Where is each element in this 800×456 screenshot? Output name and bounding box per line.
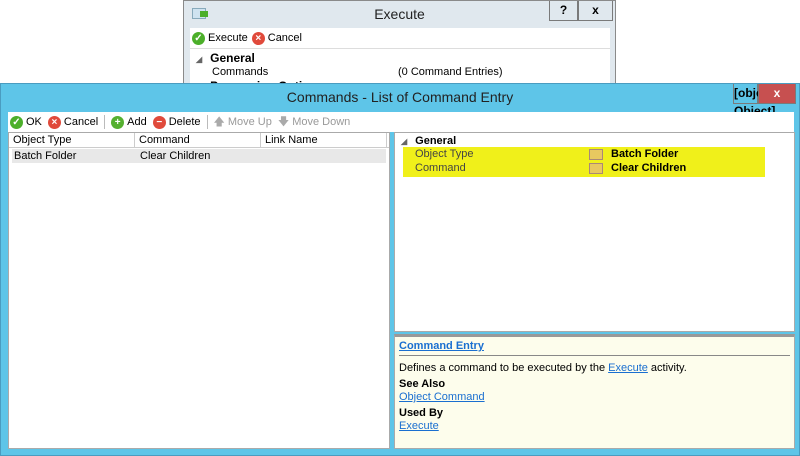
help-title-link[interactable]: Command Entry xyxy=(399,340,484,352)
execute-button[interactable]: ✓ Execute xyxy=(192,31,248,45)
command-list: Object Type Command Link Name Batch Fold… xyxy=(8,132,390,449)
cancel-label: Cancel xyxy=(267,32,302,44)
help-desc: Defines a command to be executed by the xyxy=(399,362,609,374)
clear-children-icon xyxy=(589,162,603,174)
arrow-down-icon: 🡇 xyxy=(277,115,290,128)
move-down-label: Move Down xyxy=(292,116,351,128)
cancel-icon: × xyxy=(251,31,265,45)
close-button[interactable]: x xyxy=(578,1,613,21)
column-link-name[interactable]: Link Name xyxy=(261,133,387,147)
category-general[interactable]: General xyxy=(210,51,255,65)
category-general[interactable]: General xyxy=(415,135,456,147)
cell-command: Clear Children xyxy=(140,150,211,162)
add-label: Add xyxy=(127,116,147,128)
toolbar: ✓ Execute × Cancel xyxy=(190,28,610,48)
cell-link-name xyxy=(264,149,384,163)
arrow-up-icon: 🡅 xyxy=(213,115,225,128)
plus-icon: + xyxy=(111,115,125,129)
object-type-value[interactable]: Batch Folder xyxy=(589,148,678,160)
minus-icon: − xyxy=(152,115,166,129)
move-up-button[interactable]: 🡅 Move Up xyxy=(214,113,272,132)
toolbar-separator xyxy=(104,115,106,129)
ok-label: OK xyxy=(26,116,42,128)
delete-label: Delete xyxy=(168,116,201,128)
move-down-button[interactable]: 🡇 Move Down xyxy=(278,113,350,132)
batch-folder-icon xyxy=(589,148,603,160)
property-name: Commands xyxy=(212,66,269,78)
commands-window: Commands - List of Command Entry [object… xyxy=(0,83,800,456)
check-icon: ✓ xyxy=(192,31,205,45)
property-grid: ◢ General Object Type Batch Folder Comman… xyxy=(394,132,795,332)
cancel-icon: × xyxy=(47,115,61,129)
close-button[interactable]: x xyxy=(758,84,796,104)
used-by-heading: Used By xyxy=(399,407,444,419)
command-value[interactable]: Clear Children xyxy=(589,162,686,174)
cancel-button[interactable]: × Cancel xyxy=(47,115,99,129)
object-type-text: Batch Folder xyxy=(611,148,679,160)
cancel-button[interactable]: × Cancel xyxy=(251,31,302,45)
command-text: Clear Children xyxy=(611,162,687,174)
execute-label: Execute xyxy=(208,32,248,44)
toolbar: ✓ OK × Cancel + Add − Delete 🡅 Move Up 🡇 Move … xyxy=(8,112,794,132)
move-up-label: Move Up xyxy=(227,116,272,128)
help-button[interactable]: ? xyxy=(549,1,578,21)
help-panel: Command Entry Defines a command to be ex… xyxy=(394,334,795,449)
property-name: Command xyxy=(415,162,466,174)
help-button[interactable]: [object Object] xyxy=(733,84,775,118)
delete-button[interactable]: − Delete xyxy=(152,115,201,129)
property-name: Object Type xyxy=(415,148,474,160)
add-button[interactable]: + Add xyxy=(111,115,147,129)
ok-button[interactable]: ✓ OK xyxy=(10,115,42,129)
cell-object-type: Batch Folder xyxy=(14,150,77,162)
table-row[interactable]: Batch Folder Clear Children xyxy=(12,149,386,163)
list-header: Object Type Command Link Name xyxy=(9,133,389,148)
toolbar-separator xyxy=(206,115,208,129)
object-command-link[interactable]: Object Command xyxy=(399,391,485,403)
execute-window: Execute ? x ✓ Execute × Cancel ◢ General Co… xyxy=(183,0,616,93)
window-title: Commands - List of Command Entry xyxy=(286,89,514,105)
cancel-label: Cancel xyxy=(63,116,99,128)
execute-link[interactable]: Execute xyxy=(608,362,648,374)
see-also-heading: See Also xyxy=(399,378,446,390)
help-desc-end: activity. xyxy=(647,362,687,374)
column-command[interactable]: Command xyxy=(135,133,261,147)
used-by-execute-link[interactable]: Execute xyxy=(399,420,439,432)
column-object-type[interactable]: Object Type xyxy=(9,133,135,147)
commands-value[interactable]: (0 Command Entries) xyxy=(398,66,503,78)
check-icon: ✓ xyxy=(10,115,23,129)
